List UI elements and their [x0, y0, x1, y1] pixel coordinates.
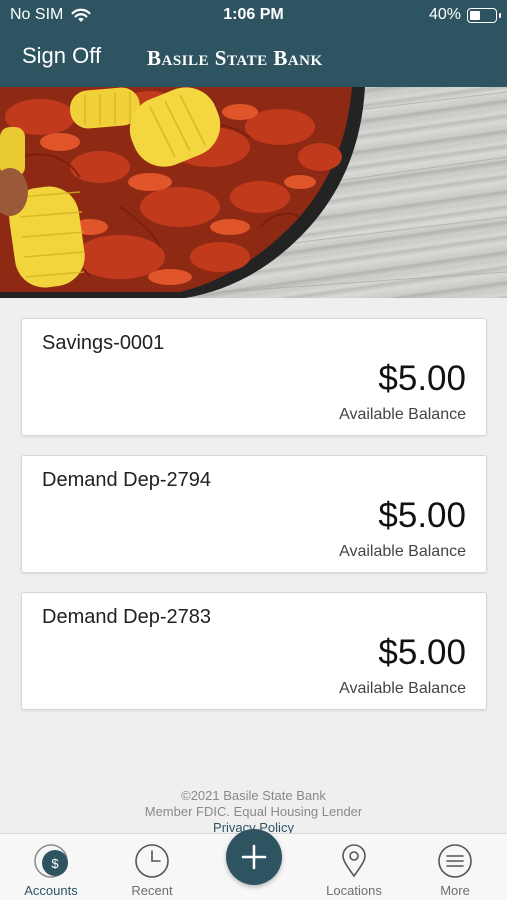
tab-more[interactable]: More [405, 834, 505, 900]
available-balance-label: Available Balance [339, 406, 466, 423]
dollar-circle-icon: $ [34, 844, 68, 878]
menu-lines-icon [438, 844, 472, 878]
copyright-text: ©2021 Basile State Bank [181, 788, 326, 803]
fdic-text: Member FDIC. Equal Housing Lender [144, 804, 363, 819]
sign-off-button[interactable]: Sign Off [22, 43, 101, 69]
account-name: Demand Dep-2783 [42, 606, 211, 628]
app-header: No SIM 1:06 PM 40% Sign Off Basile State… [0, 0, 507, 87]
tab-accounts[interactable]: $ Accounts [1, 834, 101, 900]
plus-icon [241, 844, 267, 870]
account-name: Demand Dep-2794 [42, 469, 211, 491]
status-bar: No SIM 1:06 PM 40% [0, 0, 507, 30]
clock-icon [135, 844, 169, 878]
tab-locations-label: Locations [326, 883, 382, 898]
battery-fill [470, 10, 480, 20]
account-name: Savings-0001 [42, 332, 165, 354]
svg-text:$: $ [51, 856, 59, 871]
battery-percent: 40% [428, 6, 461, 23]
account-balance: $5.00 [378, 633, 466, 672]
tab-recent-label: Recent [131, 883, 173, 898]
account-card-savings[interactable]: Savings-0001 $5.00 Available Balance [21, 318, 487, 436]
status-right: 40% [428, 6, 501, 24]
map-pin-icon [342, 844, 366, 878]
account-card-demand-2794[interactable]: Demand Dep-2794 $5.00 Available Balance [21, 455, 487, 573]
nav-bar: Sign Off Basile State Bank [0, 30, 507, 87]
tab-recent[interactable]: Recent [102, 834, 202, 900]
available-balance-label: Available Balance [339, 680, 466, 697]
available-balance-label: Available Balance [339, 543, 466, 560]
bank-title: Basile State Bank [147, 46, 323, 70]
crawfish-boil-illustration [0, 87, 507, 298]
tab-more-label: More [440, 883, 470, 898]
account-list: Savings-0001 $5.00 Available Balance Dem… [21, 318, 487, 729]
account-balance: $5.00 [378, 496, 466, 535]
add-button[interactable] [226, 829, 282, 885]
account-card-demand-2783[interactable]: Demand Dep-2783 $5.00 Available Balance [21, 592, 487, 710]
tab-accounts-label: Accounts [24, 883, 78, 898]
account-balance: $5.00 [378, 359, 466, 398]
tab-locations[interactable]: Locations [304, 834, 404, 900]
battery-icon [467, 7, 501, 23]
hero-image [0, 87, 507, 298]
